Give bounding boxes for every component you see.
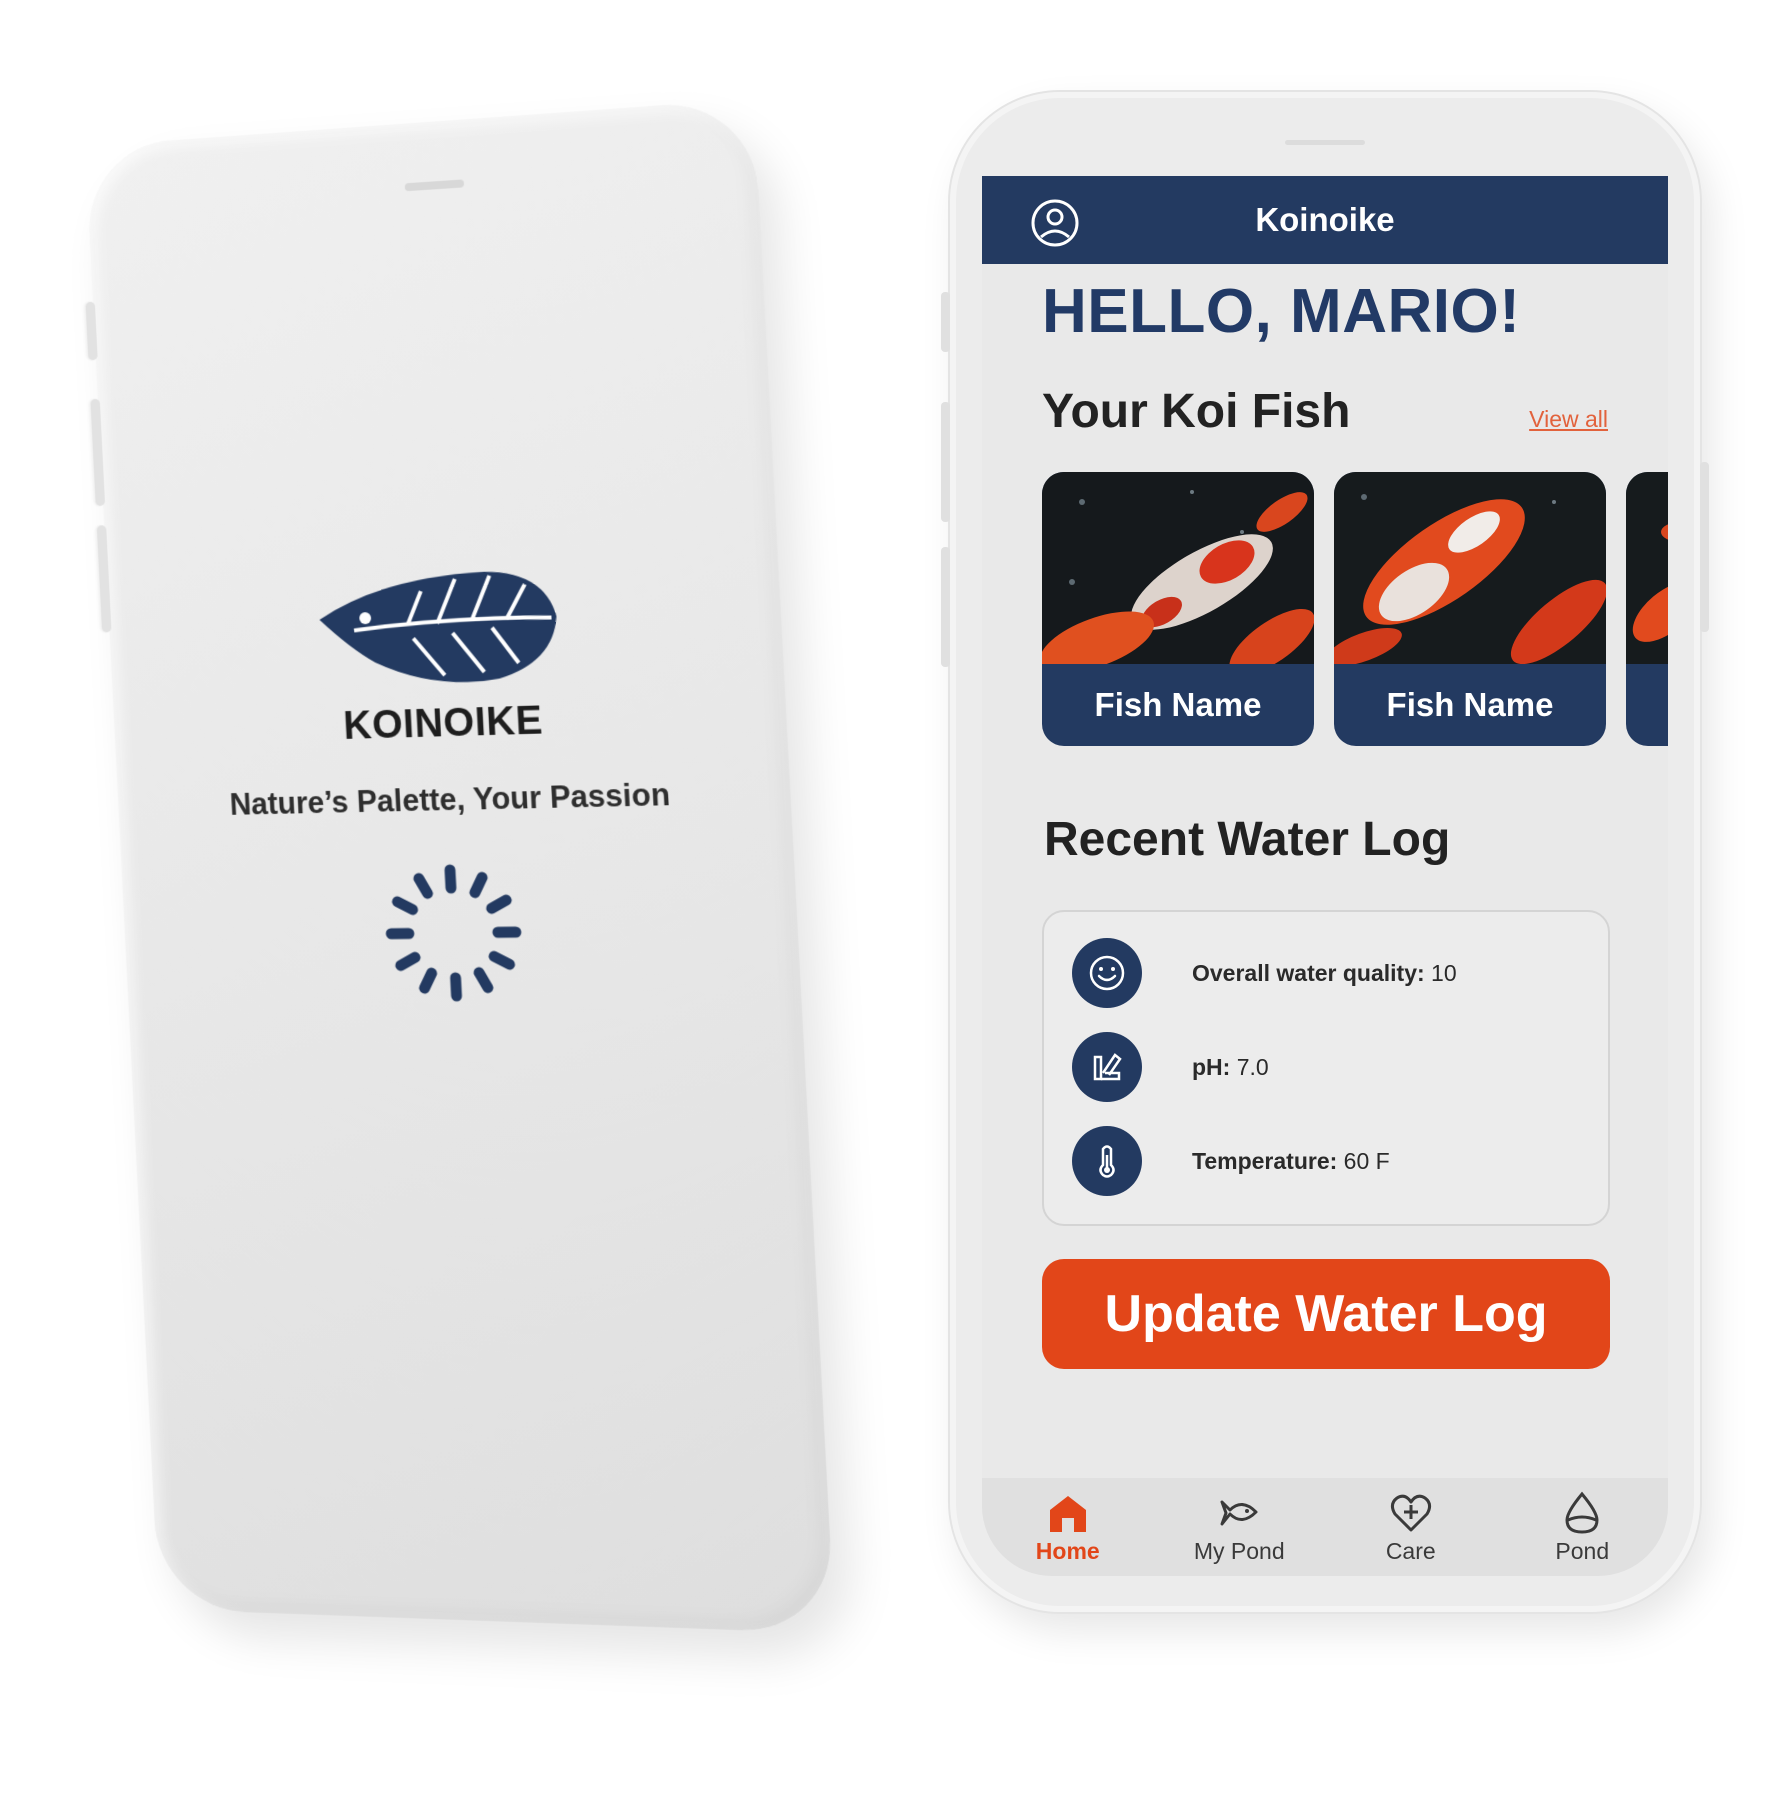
splash-phone: KOINOIKE Nature’s Palette, Your Passion: [85, 98, 836, 1634]
volume-up-button: [90, 398, 106, 507]
temperature-text: Temperature: 60 F: [1192, 1148, 1390, 1175]
water-quality-value: 10: [1431, 959, 1457, 986]
mute-switch: [941, 292, 950, 352]
temperature-row: Temperature: 60 F: [1072, 1126, 1390, 1196]
koi-carousel[interactable]: Fish Name Fish Name: [1042, 472, 1668, 746]
home-icon: [1049, 1495, 1086, 1532]
home-phone: Koinoike HELLO, MARIO! Your Koi Fish Vie…: [941, 92, 1709, 1612]
power-button: [1700, 462, 1709, 632]
fish-name: [1626, 664, 1668, 746]
koi-photo: [1626, 472, 1668, 664]
koi-photo: [1334, 472, 1606, 664]
nav-label-care: Care: [1385, 1537, 1436, 1564]
home-screen: Koinoike HELLO, MARIO! Your Koi Fish Vie…: [982, 176, 1668, 1576]
water-drop-icon: [1565, 1491, 1599, 1534]
ph-row: pH: 7.0: [1072, 1032, 1269, 1102]
mockup-scene: KOINOIKE Nature’s Palette, Your Passion: [0, 0, 1780, 1800]
fish-card[interactable]: [1626, 472, 1668, 746]
koi-photo: [1042, 472, 1314, 664]
volume-down-button: [941, 547, 950, 667]
update-water-log-button[interactable]: Update Water Log: [1042, 1259, 1610, 1369]
splash-content: KOINOIKE Nature’s Palette, Your Passion: [107, 552, 802, 1010]
koi-section-header: Your Koi Fish View all: [1042, 384, 1608, 439]
water-quality-label: Overall water quality:: [1192, 959, 1425, 986]
heart-plus-icon: [1390, 1494, 1431, 1531]
profile-icon[interactable]: [1030, 198, 1080, 248]
ph-value: 7.0: [1236, 1053, 1269, 1080]
view-all-link[interactable]: View all: [1529, 406, 1608, 433]
splash-tagline: Nature’s Palette, Your Passion: [228, 776, 671, 822]
water-log-card: Overall water quality: 10 pH: 7.0 Temper…: [1042, 910, 1610, 1226]
earpiece: [404, 179, 465, 192]
fish-card[interactable]: Fish Name: [1334, 472, 1606, 746]
fish-name: Fish Name: [1386, 686, 1554, 723]
temperature-label: Temperature:: [1192, 1147, 1338, 1174]
nav-label-my-pond: My Pond: [1193, 1537, 1285, 1564]
nav-item-home[interactable]: Home: [1008, 1490, 1128, 1565]
fish-icon: [1220, 1500, 1258, 1525]
mute-switch: [85, 301, 98, 361]
koi-section-title: Your Koi Fish: [1042, 385, 1351, 438]
water-quality-row: Overall water quality: 10: [1072, 938, 1457, 1008]
nav-item-my-pond[interactable]: My Pond: [1179, 1490, 1299, 1565]
fish-name: Fish Name: [1094, 686, 1262, 723]
koi-leaf-logo: [317, 561, 565, 687]
volume-up-button: [941, 402, 950, 522]
loading-spinner: [376, 857, 532, 1009]
water-log-title: Recent Water Log: [1044, 813, 1451, 866]
ph-strip-icon: [1072, 1032, 1142, 1102]
smiley-icon: [1072, 938, 1142, 1008]
nav-label-pond: Pond: [1555, 1537, 1610, 1564]
bottom-nav: Home My Pond Care Pond: [982, 1478, 1668, 1576]
greeting-heading: HELLO, MARIO!: [1042, 277, 1521, 346]
ph-label: pH:: [1192, 1053, 1231, 1080]
fish-card[interactable]: Fish Name: [1042, 472, 1314, 746]
nav-item-pond[interactable]: Pond: [1522, 1490, 1642, 1565]
app-title: Koinoike: [1255, 201, 1395, 238]
ph-text: pH: 7.0: [1192, 1054, 1269, 1081]
thermometer-icon: [1072, 1126, 1142, 1196]
water-quality-text: Overall water quality: 10: [1192, 960, 1457, 987]
app-bar: Koinoike: [982, 176, 1668, 264]
nav-item-care[interactable]: Care: [1351, 1490, 1471, 1565]
earpiece: [1285, 140, 1365, 145]
temperature-value: 60 F: [1343, 1147, 1390, 1174]
nav-label-home: Home: [1035, 1537, 1100, 1564]
splash-brand-name: KOINOIKE: [342, 698, 544, 748]
